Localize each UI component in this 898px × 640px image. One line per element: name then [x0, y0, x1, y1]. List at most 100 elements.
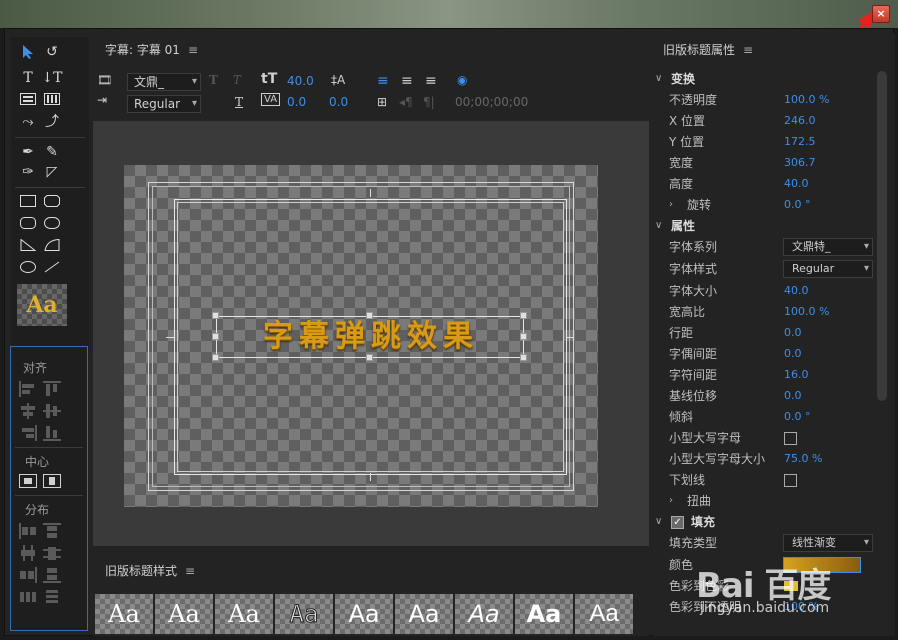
x-position-value[interactable]: 246.0: [784, 111, 816, 131]
roll-crawl-icon[interactable]: ◂¶: [399, 95, 413, 109]
center-horizontal-icon[interactable]: [19, 473, 37, 489]
styles-menu-icon[interactable]: ≡: [185, 564, 195, 578]
width-value[interactable]: 306.7: [784, 153, 816, 173]
distribute-right-icon[interactable]: [19, 567, 37, 583]
vertical-area-type-tool-icon[interactable]: [41, 91, 63, 109]
convert-anchor-tool-icon[interactable]: ◸: [41, 163, 63, 181]
distort-row[interactable]: › 扭曲: [653, 491, 877, 511]
align-right-text-icon[interactable]: ≡: [425, 73, 437, 89]
style-swatch[interactable]: Aa: [395, 594, 453, 634]
align-left-text-icon[interactable]: ≡: [377, 73, 389, 89]
leading-value[interactable]: 0.0: [784, 323, 802, 343]
distribute-horizontal-even-icon[interactable]: [19, 589, 37, 605]
rounded-rectangle-tool-icon[interactable]: [17, 215, 39, 233]
distribute-center-vertical-icon[interactable]: [43, 545, 61, 561]
tracking-value[interactable]: 16.0: [784, 365, 809, 385]
path-type-tool-icon[interactable]: ⤳: [17, 113, 39, 131]
center-vertical-icon[interactable]: [43, 473, 61, 489]
slant-value[interactable]: 0.0 °: [784, 407, 811, 427]
italic-icon[interactable]: T: [233, 73, 241, 87]
resize-handle[interactable]: [366, 312, 373, 319]
properties-menu-icon[interactable]: ≡: [743, 43, 753, 57]
designer-menu-icon[interactable]: ≡: [188, 43, 198, 57]
properties-scrollbar[interactable]: [877, 71, 887, 401]
underline-checkbox[interactable]: [784, 474, 797, 487]
selection-tool-icon[interactable]: [17, 43, 39, 61]
rounded-corner-rectangle-tool-icon[interactable]: [41, 215, 63, 233]
title-canvas[interactable]: 字幕弹跳效果: [124, 165, 598, 507]
resize-handle[interactable]: [520, 312, 527, 319]
arc-tool-icon[interactable]: [41, 237, 63, 255]
style-swatch[interactable]: Aa: [575, 594, 633, 634]
style-swatch[interactable]: Aa: [215, 594, 273, 634]
align-center-vertical-icon[interactable]: [43, 403, 61, 419]
resize-handle[interactable]: [212, 354, 219, 361]
ellipse-tool-icon[interactable]: [17, 259, 39, 277]
y-position-value[interactable]: 172.5: [784, 132, 816, 152]
rectangle-tool-icon[interactable]: [17, 193, 39, 211]
title-text[interactable]: 字幕弹跳效果: [217, 317, 525, 359]
resize-handle[interactable]: [212, 333, 219, 340]
wedge-tool-icon[interactable]: [17, 237, 39, 255]
small-caps-size-value[interactable]: 75.0 %: [784, 449, 822, 469]
style-swatch[interactable]: Aa: [275, 594, 333, 634]
rotate-tool-icon[interactable]: ↺: [41, 43, 63, 61]
resize-handle[interactable]: [520, 333, 527, 340]
fill-checkbox[interactable]: ✓: [671, 516, 684, 529]
tab-icon[interactable]: ¶|: [423, 95, 435, 109]
template-icon[interactable]: ⊞: [377, 95, 387, 109]
type-tool-icon[interactable]: T: [17, 69, 39, 87]
style-swatch[interactable]: Aa: [335, 594, 393, 634]
vertical-path-type-tool-icon[interactable]: ⤴: [41, 113, 63, 131]
font-family-select[interactable]: 文鼎_ ▾: [127, 73, 201, 91]
vertical-type-tool-icon[interactable]: ↓T: [41, 69, 63, 87]
distribute-bottom-icon[interactable]: [43, 567, 61, 583]
align-top-icon[interactable]: [43, 381, 61, 397]
align-center-horizontal-icon[interactable]: [19, 403, 37, 419]
opacity-value[interactable]: 100.0 %: [784, 90, 829, 110]
area-type-tool-icon[interactable]: [17, 91, 39, 109]
kerning-value[interactable]: 0.0: [784, 344, 802, 364]
font-style-dropdown[interactable]: Regular ▾: [783, 260, 873, 278]
fill-section[interactable]: ∨ ✓ 填充: [653, 512, 877, 532]
height-value[interactable]: 40.0: [784, 174, 809, 194]
designer-tab[interactable]: 字幕: 字幕 01 ≡: [105, 41, 198, 58]
transform-section[interactable]: ∨ 变换: [653, 69, 877, 89]
align-bottom-icon[interactable]: [43, 425, 61, 441]
font-family-dropdown[interactable]: 文鼎特_ ▾: [783, 238, 873, 256]
distribute-top-icon[interactable]: [43, 523, 61, 539]
distribute-center-horizontal-icon[interactable]: [19, 545, 37, 561]
show-background-video-icon[interactable]: ◉: [457, 73, 467, 87]
resize-handle[interactable]: [520, 354, 527, 361]
kerning-value[interactable]: 0.0: [287, 95, 306, 109]
clipped-corner-rectangle-tool-icon[interactable]: [41, 193, 63, 211]
leading-value[interactable]: 0.0: [329, 95, 348, 109]
align-left-icon[interactable]: [19, 381, 37, 397]
rotation-row[interactable]: › 旋转 0.0 °: [653, 195, 877, 215]
resize-handle[interactable]: [366, 354, 373, 361]
rotation-value[interactable]: 0.0 °: [784, 195, 811, 215]
add-anchor-tool-icon[interactable]: ✑: [17, 163, 39, 181]
pen-tool-icon[interactable]: ✒: [17, 143, 39, 161]
font-size-value[interactable]: 40.0: [287, 74, 314, 88]
small-caps-checkbox[interactable]: [784, 432, 797, 445]
properties-section[interactable]: ∨ 属性: [653, 216, 877, 236]
bold-icon[interactable]: T: [209, 73, 218, 87]
distribute-left-icon[interactable]: [19, 523, 37, 539]
tab-stops-icon[interactable]: ⇥: [97, 93, 107, 107]
title-text-box[interactable]: 字幕弹跳效果: [216, 316, 524, 358]
style-swatch[interactable]: Aa: [95, 594, 153, 634]
align-center-text-icon[interactable]: ≡: [401, 73, 413, 89]
distribute-vertical-even-icon[interactable]: [43, 589, 61, 605]
aspect-value[interactable]: 100.0 %: [784, 302, 829, 322]
style-swatch[interactable]: Aa: [515, 594, 573, 634]
font-size-value[interactable]: 40.0: [784, 281, 809, 301]
background-video-icon[interactable]: 🎞: [97, 73, 112, 87]
fill-type-dropdown[interactable]: 线性渐变 ▾: [783, 534, 873, 552]
line-tool-icon[interactable]: [41, 259, 63, 277]
underline-icon[interactable]: T: [235, 95, 243, 109]
align-right-icon[interactable]: [19, 425, 37, 441]
font-style-select[interactable]: Regular ▾: [127, 95, 201, 113]
style-swatch[interactable]: Aa: [455, 594, 513, 634]
resize-handle[interactable]: [212, 312, 219, 319]
